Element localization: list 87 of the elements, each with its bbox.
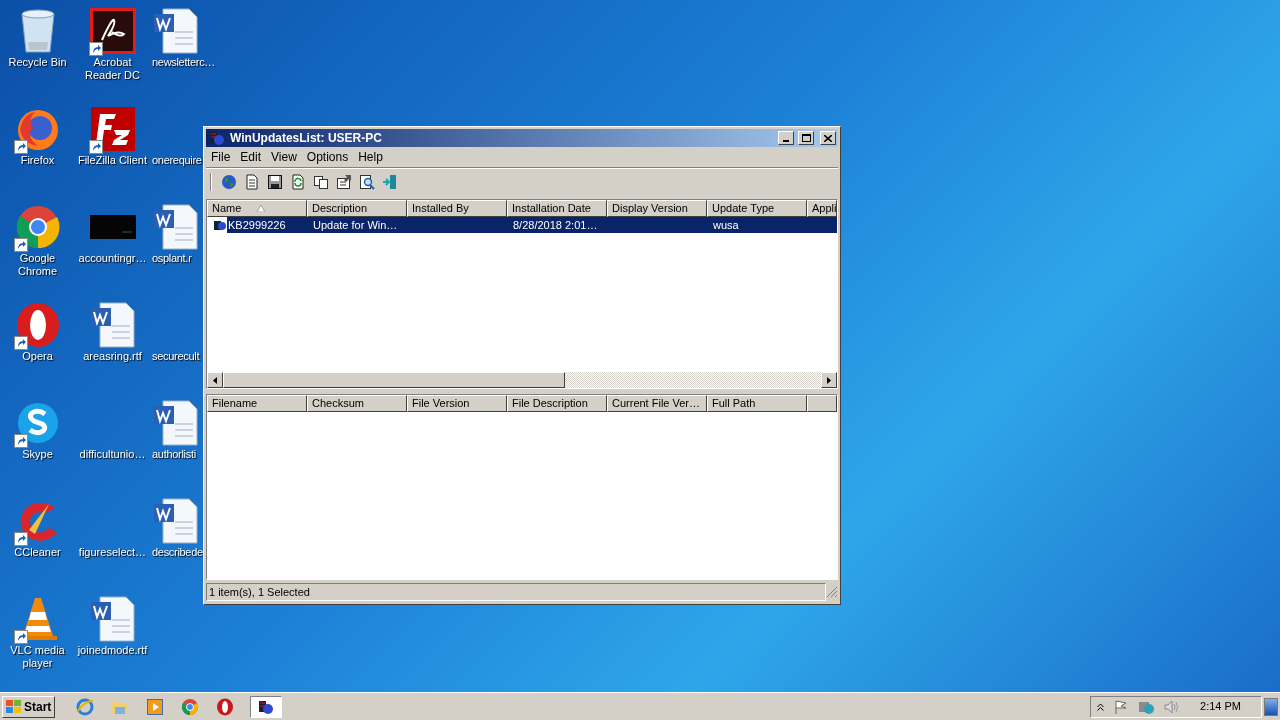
desktop-icon-label[interactable]: Skype (1, 448, 74, 461)
table-cell-text: KB2999226 (228, 217, 286, 233)
horizontal-scrollbar[interactable] (207, 372, 837, 388)
show-desktop-button[interactable] (1264, 697, 1278, 716)
desktop-icon-label[interactable]: osplant.r (152, 252, 192, 265)
flag-icon[interactable] (1114, 699, 1129, 714)
table-cell-text: Update for Win… (313, 217, 398, 233)
desktop-icon-label[interactable]: securecult (152, 350, 200, 363)
left-arrow-icon (213, 376, 217, 384)
menu-item[interactable]: Options (301, 148, 354, 166)
filezilla-icon (89, 106, 136, 152)
desktop-icon-label[interactable]: Firefox (1, 154, 74, 167)
desktop-icon-label[interactable]: difficultunio… (76, 448, 149, 461)
minimize-button[interactable] (778, 131, 794, 145)
chrome-icon (14, 204, 61, 250)
desktop-icon-label[interactable]: FileZilla Client (76, 154, 149, 167)
menu-item[interactable]: File (206, 148, 236, 166)
column-header[interactable]: Name (207, 200, 307, 217)
column-header[interactable]: Filename (207, 395, 307, 412)
windows-logo-icon (6, 699, 22, 714)
desktop-icon-label[interactable]: CCleaner (1, 546, 74, 559)
column-header[interactable]: Full Path (707, 395, 807, 412)
chevron-up-icon[interactable] (1097, 702, 1105, 711)
document-icon[interactable] (244, 174, 260, 190)
word-document-icon (153, 400, 199, 446)
clock[interactable]: 2:14 PM (1200, 698, 1241, 715)
desktop-icon-label[interactable]: Acrobat Reader DC (76, 56, 149, 82)
column-header[interactable]: Checksum (307, 395, 407, 412)
word-document-icon (153, 204, 199, 250)
desktop-icon-label[interactable]: Opera (1, 350, 74, 363)
speaker-icon[interactable] (1164, 699, 1181, 714)
refresh-icon[interactable] (290, 174, 306, 190)
word-document-icon (153, 498, 199, 544)
desktop-icon-label[interactable]: authorlisti (152, 448, 196, 461)
word-document-icon (89, 302, 136, 348)
scroll-thumb[interactable] (223, 372, 565, 388)
column-header[interactable]: Display Version (607, 200, 707, 217)
magnifier-icon[interactable] (359, 174, 375, 190)
window-title: WinUpdatesList: USER-PC (230, 130, 383, 147)
update-icon (213, 219, 226, 231)
table-row[interactable]: KB2999226 Update for Win… 8/28/2018 2:01… wusa (227, 217, 837, 233)
taskbar-app-button[interactable] (250, 695, 283, 718)
maximize-icon (801, 134, 811, 142)
column-header[interactable]: File Version (407, 395, 507, 412)
desktop-icon-label[interactable]: VLC media player (1, 644, 74, 670)
desktop-icon-label[interactable]: newsletterc… (152, 56, 216, 69)
scroll-left-button[interactable] (207, 372, 223, 388)
menu-item[interactable]: Edit (235, 148, 267, 166)
acrobat-icon (89, 8, 136, 54)
column-header[interactable]: Current File Ver… (607, 395, 707, 412)
column-header[interactable]: File Description (507, 395, 607, 412)
copy-icon[interactable] (313, 174, 329, 190)
close-icon (824, 134, 832, 142)
column-header[interactable]: Installation Date (507, 200, 607, 217)
start-button[interactable]: Start (2, 695, 56, 718)
column-header[interactable] (807, 395, 837, 412)
properties-icon[interactable] (336, 174, 352, 190)
right-arrow-icon (827, 376, 831, 384)
menu-item[interactable]: View (266, 148, 302, 166)
exit-door-icon[interactable] (382, 174, 398, 190)
desktop-icon-label[interactable]: joinedmode.rtf (76, 644, 149, 657)
column-header[interactable]: Installed By (407, 200, 507, 217)
scroll-right-button[interactable] (821, 372, 837, 388)
desktop-icon-label[interactable]: Recycle Bin (1, 56, 74, 69)
table-cell-text: 8/28/2018 2:01… (513, 217, 598, 233)
opera-icon (14, 302, 61, 348)
save-icon[interactable] (267, 174, 283, 190)
status-bar-text: 1 item(s), 1 Selected (206, 583, 826, 601)
desktop-icon-label[interactable]: describede (152, 546, 203, 559)
word-document-icon (89, 596, 136, 642)
resize-grip-icon[interactable] (826, 586, 838, 598)
desktop-icon-label[interactable]: areasring.rtf (76, 350, 149, 363)
dark-thumbnail-icon (89, 215, 136, 239)
desktop-icon-label[interactable]: onerequire (152, 154, 202, 167)
column-header[interactable]: Update Type (707, 200, 807, 217)
word-document-icon (153, 8, 199, 54)
desktop-icon-label[interactable]: figureselect… (76, 546, 149, 559)
column-header[interactable]: Appli (807, 200, 837, 217)
minimize-icon (783, 140, 789, 142)
menu-item[interactable]: Help (353, 148, 388, 166)
column-header[interactable]: Description (307, 200, 407, 217)
desktop-icon-label[interactable]: Google Chrome (1, 252, 74, 278)
desktop-icon-label[interactable]: accountingr… (76, 252, 149, 265)
globe-icon[interactable] (221, 174, 237, 190)
close-button[interactable] (820, 131, 836, 145)
maximize-button[interactable] (798, 131, 814, 145)
table-cell-text: wusa (713, 217, 739, 233)
